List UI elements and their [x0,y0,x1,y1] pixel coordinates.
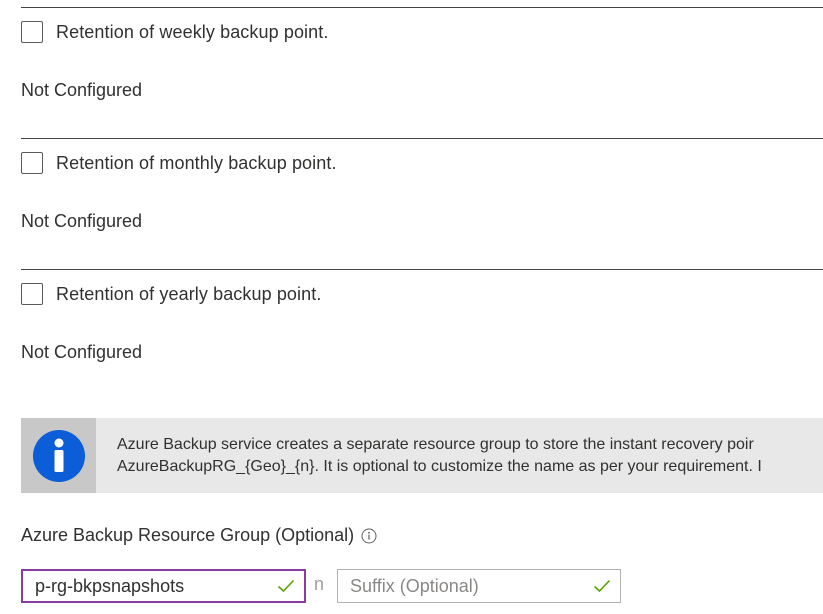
yearly-retention-label: Retention of yearly backup point. [56,283,322,304]
info-icon-container [21,418,96,493]
backup-policy-form: Retention of weekly backup point. Not Co… [0,0,823,614]
resource-group-prefix-field[interactable] [21,569,306,603]
resource-group-suffix-input[interactable] [338,570,593,602]
info-circle-icon[interactable] [361,528,377,544]
yearly-retention-checkbox[interactable] [21,283,43,305]
weekly-retention-checkbox[interactable] [21,21,43,43]
yearly-retention-row: Retention of yearly backup point. [21,281,321,307]
section-divider [21,138,823,139]
valid-check-icon [593,579,611,593]
info-icon [32,429,85,482]
monthly-retention-status: Not Configured [21,211,143,231]
yearly-retention-status: Not Configured [21,342,143,362]
resource-group-label-row: Azure Backup Resource Group (Optional) [21,525,377,546]
name-separator: n [314,574,325,594]
info-banner-text: Azure Backup service creates a separate … [96,418,762,493]
monthly-retention-checkbox[interactable] [21,152,43,174]
info-banner: Azure Backup service creates a separate … [21,418,823,493]
weekly-retention-label: Retention of weekly backup point. [56,21,329,42]
resource-group-prefix-input[interactable] [23,571,277,601]
monthly-retention-label: Retention of monthly backup point. [56,152,337,173]
section-divider [21,269,823,270]
info-banner-line-1: Azure Backup service creates a separate … [117,436,754,453]
monthly-retention-row: Retention of monthly backup point. [21,150,337,176]
valid-check-icon [277,579,295,593]
weekly-retention-row: Retention of weekly backup point. [21,19,328,45]
weekly-retention-status: Not Configured [21,80,143,100]
resource-group-suffix-field[interactable] [337,569,621,603]
info-banner-line-2: AzureBackupRG_{Geo}_{n}. It is optional … [117,458,762,475]
section-divider [21,7,823,8]
resource-group-label: Azure Backup Resource Group (Optional) [21,525,355,545]
